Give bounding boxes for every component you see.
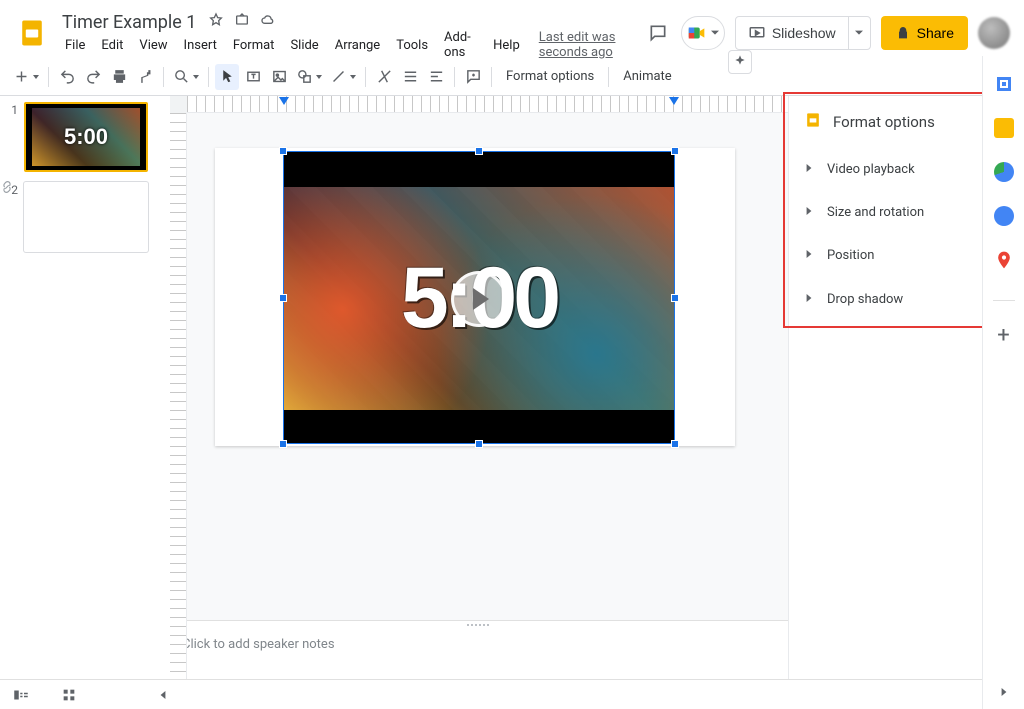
- explore-button[interactable]: [728, 50, 752, 74]
- side-rail: +: [982, 56, 1024, 709]
- slideshow-caret[interactable]: [848, 17, 870, 49]
- slide-thumb-1[interactable]: 1 5:00: [6, 102, 164, 172]
- chevron-right-icon: [805, 248, 813, 263]
- menu-insert[interactable]: Insert: [177, 36, 224, 55]
- slide-number: 1: [6, 102, 18, 172]
- textbox-button[interactable]: [241, 64, 265, 90]
- slide-thumb-2[interactable]: 2: [6, 182, 164, 252]
- menu-tools[interactable]: Tools: [389, 36, 435, 55]
- slideshow-button[interactable]: Slideshow: [736, 17, 848, 49]
- tasks-addon-icon[interactable]: [994, 162, 1014, 182]
- zoom-button[interactable]: [170, 64, 202, 90]
- app-header: Timer Example 1 File Edit View Insert Fo…: [0, 0, 1024, 58]
- resize-handle[interactable]: [671, 294, 679, 302]
- slide-panel: 1 5:00 2: [0, 96, 170, 679]
- title-area: Timer Example 1 File Edit View Insert Fo…: [58, 10, 645, 56]
- resize-handle[interactable]: [475, 147, 483, 155]
- select-tool[interactable]: [215, 64, 239, 90]
- undo-button[interactable]: [55, 64, 79, 90]
- animate-button[interactable]: Animate: [615, 64, 679, 90]
- menu-bar: File Edit View Insert Format Slide Arran…: [58, 34, 645, 56]
- format-options-icon: [803, 110, 823, 134]
- row-label: Video playback: [827, 162, 1008, 177]
- grid-view-button[interactable]: [58, 684, 80, 706]
- comment-button[interactable]: [461, 64, 485, 90]
- chevron-right-icon: [805, 205, 813, 220]
- share-label: Share: [917, 25, 954, 41]
- canvas-wrap: 5:00 Click to add speaker notes: [170, 96, 788, 679]
- collapse-rail-button[interactable]: [1000, 686, 1008, 701]
- image-button[interactable]: [267, 64, 291, 90]
- add-addon-button[interactable]: +: [997, 325, 1009, 347]
- contacts-addon-icon[interactable]: [994, 206, 1014, 226]
- new-slide-button[interactable]: [10, 64, 42, 90]
- bottom-bar: [0, 679, 1024, 709]
- link-icon: [0, 180, 14, 198]
- row-label: Position: [827, 248, 1008, 263]
- meet-button[interactable]: [681, 16, 725, 50]
- print-button[interactable]: [107, 64, 131, 90]
- cloud-icon[interactable]: [260, 12, 276, 32]
- move-icon[interactable]: [234, 12, 250, 32]
- resize-handle[interactable]: [279, 294, 287, 302]
- speaker-notes[interactable]: Click to add speaker notes: [170, 629, 788, 679]
- main-area: 1 5:00 2 5:00: [0, 96, 1024, 679]
- menu-addons[interactable]: Add-ons: [437, 28, 484, 62]
- resize-handle[interactable]: [279, 440, 287, 448]
- format-options-toolbar-button[interactable]: Format options: [498, 64, 602, 90]
- slides-logo[interactable]: [14, 15, 50, 51]
- menu-file[interactable]: File: [58, 36, 92, 55]
- row-label: Size and rotation: [827, 205, 1008, 220]
- doc-title[interactable]: Timer Example 1: [58, 11, 200, 34]
- slide-canvas[interactable]: 5:00: [215, 148, 735, 446]
- paint-format-button[interactable]: [133, 64, 157, 90]
- resize-handle[interactable]: [475, 440, 483, 448]
- play-icon[interactable]: [451, 271, 507, 327]
- last-edit-link[interactable]: Last edit was seconds ago: [539, 30, 645, 60]
- calendar-addon-icon[interactable]: [994, 74, 1014, 94]
- maps-addon-icon[interactable]: [994, 250, 1014, 270]
- toolbar: Format options Animate: [0, 58, 1024, 96]
- menu-edit[interactable]: Edit: [94, 36, 130, 55]
- keep-addon-icon[interactable]: [994, 118, 1014, 138]
- menu-view[interactable]: View: [132, 36, 174, 55]
- line-button[interactable]: [327, 64, 359, 90]
- shape-button[interactable]: [293, 64, 325, 90]
- alignment-button[interactable]: [398, 64, 422, 90]
- share-button[interactable]: Share: [881, 16, 968, 50]
- row-label: Drop shadow: [827, 292, 978, 307]
- resize-handle[interactable]: [671, 147, 679, 155]
- ruler-vertical[interactable]: [170, 113, 187, 679]
- ruler-horizontal[interactable]: [187, 96, 788, 113]
- thumb-timer-text: 5:00: [64, 124, 108, 150]
- menu-arrange[interactable]: Arrange: [328, 36, 387, 55]
- filmstrip-view-button[interactable]: [10, 684, 32, 706]
- menu-slide[interactable]: Slide: [283, 36, 325, 55]
- chevron-right-icon: [805, 292, 813, 307]
- resize-handle[interactable]: [671, 440, 679, 448]
- chevron-right-icon: [805, 162, 813, 177]
- menu-format[interactable]: Format: [226, 36, 282, 55]
- star-icon[interactable]: [208, 12, 224, 32]
- slideshow-label: Slideshow: [772, 25, 836, 41]
- redo-button[interactable]: [81, 64, 105, 90]
- resize-handle[interactable]: [279, 147, 287, 155]
- slideshow-group: Slideshow: [735, 16, 871, 50]
- menu-help[interactable]: Help: [486, 36, 527, 55]
- crop-button[interactable]: [372, 64, 396, 90]
- notes-splitter[interactable]: [170, 620, 788, 629]
- format-panel-title: Format options: [833, 113, 984, 131]
- collapse-panel-button[interactable]: [152, 684, 174, 706]
- video-object[interactable]: 5:00: [283, 151, 675, 444]
- user-avatar[interactable]: [978, 17, 1010, 49]
- comments-icon[interactable]: [645, 20, 671, 46]
- paragraph-spacing-button[interactable]: [424, 64, 448, 90]
